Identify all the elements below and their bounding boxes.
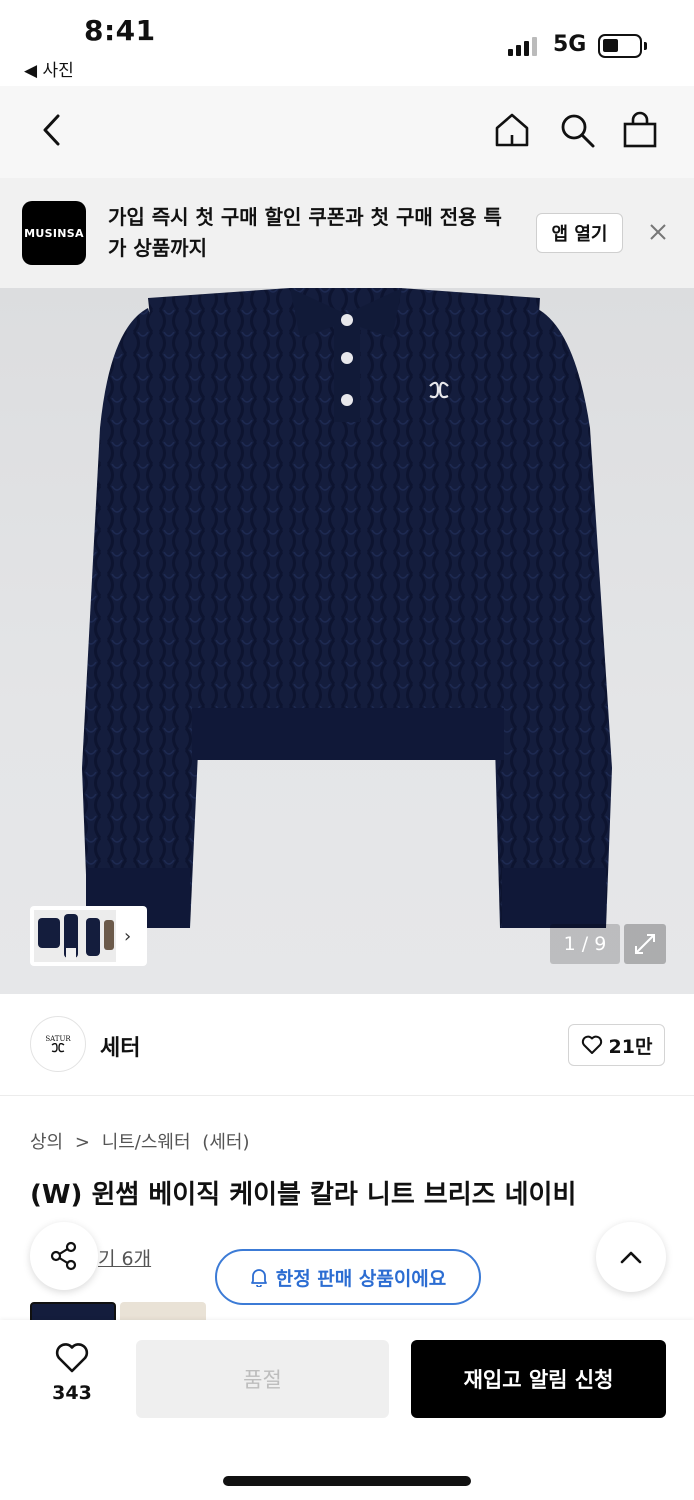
home-icon: [495, 113, 529, 147]
close-icon: [650, 224, 666, 240]
cart-button[interactable]: [618, 108, 662, 152]
thumbnail-preview: [34, 910, 116, 962]
bell-icon: [250, 1269, 267, 1287]
product-title: (W) 윈썸 베이직 케이블 칼라 니트 브리즈 네이비: [30, 1180, 577, 1210]
category-breadcrumb: 상의 > 니트/스웨터 (세터): [30, 1128, 255, 1154]
brand-row: SATUR 세터 21만: [0, 994, 694, 1096]
status-bar: 8:41 ◀ 사진 5G: [0, 0, 694, 86]
promo-close-button[interactable]: [640, 214, 676, 250]
color-option-beige[interactable]: [120, 1302, 206, 1322]
limited-sale-badge: 한정 판매 상품이에요: [215, 1249, 481, 1305]
brand-name[interactable]: 세터: [100, 1030, 140, 1062]
image-counter: 1 / 9: [550, 924, 620, 964]
network-label: 5G: [553, 32, 587, 57]
brand-like-count: 21만: [608, 1035, 653, 1058]
wishlist-count: 343: [52, 1382, 92, 1404]
home-indicator: [223, 1476, 471, 1486]
chevron-up-icon: [620, 1251, 642, 1264]
brand-emblem-icon: [51, 1043, 65, 1053]
back-to-app-link[interactable]: ◀ 사진: [24, 56, 74, 81]
limited-sale-label: 한정 판매 상품이에요: [275, 1267, 447, 1290]
breadcrumb-separator: >: [74, 1132, 90, 1153]
back-button[interactable]: [30, 108, 74, 152]
brand-logo-text: SATUR: [45, 1035, 71, 1043]
breadcrumb-category-top[interactable]: 상의: [30, 1132, 63, 1153]
expand-icon: [635, 934, 655, 954]
search-button[interactable]: [555, 108, 599, 152]
status-time: 8:41: [84, 14, 156, 47]
search-icon: [561, 114, 595, 148]
thumbnail-strip[interactable]: ›: [30, 906, 147, 966]
review-link[interactable]: 기 6개: [98, 1244, 151, 1271]
breadcrumb-category-knit[interactable]: 니트/스웨터: [102, 1132, 191, 1153]
share-button[interactable]: [30, 1222, 98, 1290]
app-promo-banner: MUSINSA 가입 즉시 첫 구매 할인 쿠폰과 첫 구매 전용 특가 상품까…: [0, 178, 694, 288]
promo-text: 가입 즉시 첫 구매 할인 쿠폰과 첫 구매 전용 특가 상품까지: [108, 205, 502, 260]
battery-nub: [644, 42, 647, 50]
brand-like-button[interactable]: 21만: [568, 1024, 665, 1066]
shopping-bag-icon: [623, 111, 657, 148]
open-app-button[interactable]: 앱 열기: [536, 213, 623, 253]
heart-icon: [55, 1343, 89, 1373]
scroll-top-button[interactable]: [596, 1222, 666, 1292]
restock-alert-button[interactable]: 재입고 알림 신청: [411, 1340, 666, 1418]
color-option-navy[interactable]: [30, 1302, 116, 1322]
product-image-gallery[interactable]: › 1 / 9: [0, 288, 694, 994]
expand-button[interactable]: [624, 924, 666, 964]
heart-icon: [581, 1035, 602, 1054]
thumbnail-arrow: ›: [124, 925, 132, 947]
top-nav: [0, 86, 694, 178]
brand-logo[interactable]: SATUR: [30, 1016, 86, 1072]
chevron-left-icon: [43, 114, 60, 146]
purchase-bar: 343 품절 재입고 알림 신청: [0, 1320, 694, 1500]
musinsa-logo: MUSINSA: [22, 201, 86, 265]
share-icon: [50, 1241, 77, 1271]
battery-icon: [598, 34, 642, 58]
wishlist-button[interactable]: 343: [40, 1342, 104, 1422]
signal-icon: [508, 36, 540, 56]
home-button[interactable]: [490, 108, 534, 152]
sweater-image: [82, 288, 612, 928]
soldout-button: 품절: [136, 1340, 389, 1418]
breadcrumb-brand[interactable]: (세터): [202, 1132, 249, 1153]
